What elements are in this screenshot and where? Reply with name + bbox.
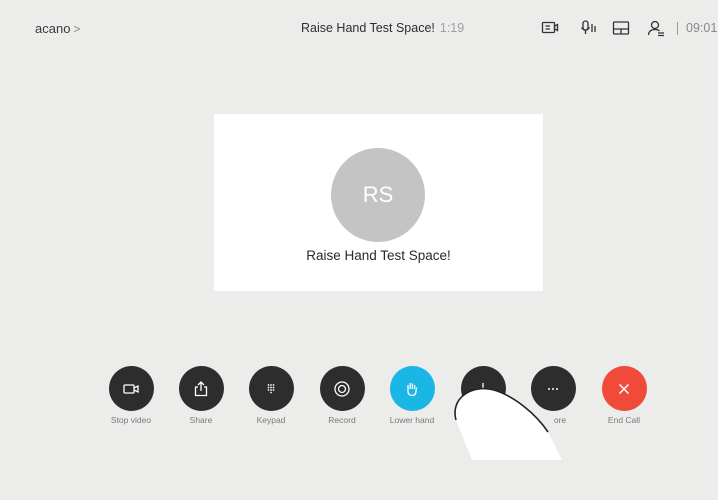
keypad-icon bbox=[248, 366, 294, 411]
avatar: RS bbox=[331, 148, 425, 242]
add-button[interactable] bbox=[448, 366, 518, 415]
self-view-icon[interactable] bbox=[541, 19, 559, 37]
keypad-button[interactable]: Keypad bbox=[236, 366, 306, 425]
share-button[interactable]: Share bbox=[166, 366, 236, 425]
breadcrumb[interactable]: acano > bbox=[35, 21, 80, 36]
clock: 09:01 bbox=[686, 21, 718, 35]
brand-label: acano bbox=[35, 21, 71, 36]
video-camera-icon bbox=[108, 366, 154, 411]
more-button[interactable]: ore bbox=[518, 366, 588, 425]
keypad-label: Keypad bbox=[256, 415, 286, 425]
add-icon bbox=[460, 366, 506, 411]
layout-icon[interactable] bbox=[612, 19, 630, 37]
participant-name: Raise Hand Test Space! bbox=[306, 248, 451, 263]
end-call-label: End Call bbox=[607, 415, 641, 425]
record-icon bbox=[319, 366, 365, 411]
top-bar: acano > Raise Hand Test Space! 1:19 09:01 bbox=[0, 0, 718, 58]
more-label: ore bbox=[553, 415, 567, 425]
microphone-icon[interactable] bbox=[580, 19, 598, 37]
share-icon bbox=[178, 366, 224, 411]
stop-video-button[interactable]: Stop video bbox=[96, 366, 166, 425]
call-duration: 1:19 bbox=[439, 21, 465, 35]
share-label: Share bbox=[189, 415, 213, 425]
record-button[interactable]: Record bbox=[307, 366, 377, 425]
lower-hand-button[interactable]: Lower hand bbox=[377, 366, 447, 425]
close-icon bbox=[601, 366, 647, 411]
record-label: Record bbox=[328, 415, 356, 425]
divider bbox=[677, 22, 678, 35]
lower-hand-label: Lower hand bbox=[389, 415, 435, 425]
more-icon bbox=[530, 366, 576, 411]
meeting-title-label: Raise Hand Test Space! bbox=[301, 21, 435, 35]
participant-card: RS Raise Hand Test Space! bbox=[214, 114, 543, 291]
end-call-button[interactable]: End Call bbox=[589, 366, 659, 425]
stop-video-label: Stop video bbox=[110, 415, 152, 425]
participants-icon[interactable] bbox=[647, 19, 665, 37]
meeting-title: Raise Hand Test Space! 1:19 bbox=[301, 21, 464, 35]
hand-icon bbox=[389, 366, 435, 411]
chevron-right-icon: > bbox=[73, 22, 81, 36]
